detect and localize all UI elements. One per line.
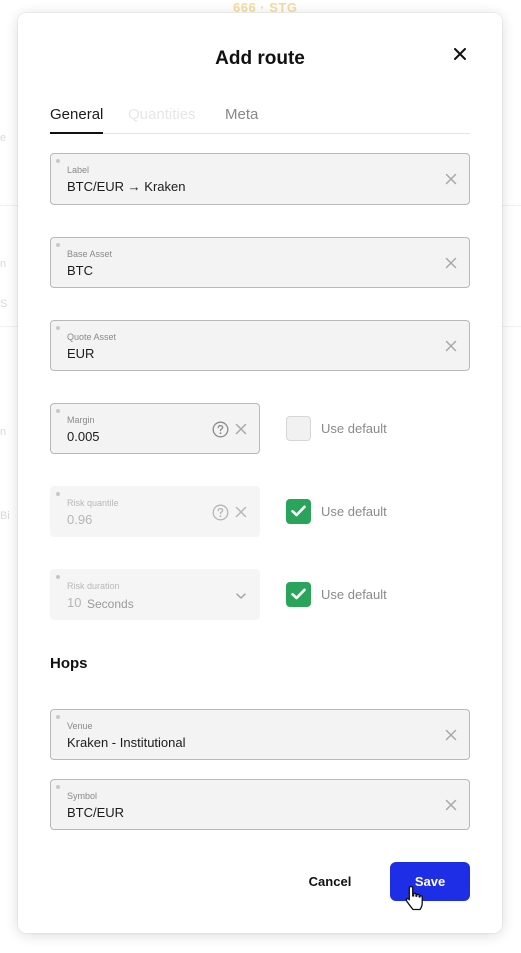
save-button[interactable]: Save bbox=[390, 862, 470, 901]
risk-duration-use-default[interactable]: Use default bbox=[286, 581, 387, 607]
risk-quantile-use-default[interactable]: Use default bbox=[286, 498, 387, 524]
base-asset-field[interactable]: Base Asset BTC bbox=[50, 237, 470, 288]
margin-use-default-checkbox[interactable] bbox=[286, 415, 311, 441]
field-label: Risk quantile bbox=[67, 498, 119, 508]
close-button[interactable] bbox=[450, 44, 470, 64]
venue-field[interactable]: Venue Kraken - Institutional bbox=[50, 709, 470, 760]
field-label: Margin bbox=[67, 415, 95, 425]
required-dot bbox=[56, 326, 60, 330]
symbol-field[interactable]: Symbol BTC/EUR bbox=[50, 779, 470, 830]
risk-quantile-field: Risk quantile 0.96 bbox=[50, 486, 260, 537]
label-field[interactable]: Label BTC/EUR → Kraken bbox=[50, 153, 470, 205]
help-icon[interactable] bbox=[212, 421, 229, 438]
hand-cursor-icon bbox=[405, 885, 423, 911]
field-value[interactable]: 0.005 bbox=[67, 429, 100, 444]
field-value[interactable]: EUR bbox=[67, 346, 94, 361]
field-label: Quote Asset bbox=[67, 332, 117, 342]
field-label: Risk duration bbox=[67, 581, 120, 591]
background-text: e bbox=[0, 132, 7, 144]
use-default-label: Use default bbox=[321, 503, 387, 519]
clear-icon[interactable] bbox=[445, 173, 457, 185]
duration-unit-select: Seconds bbox=[87, 597, 134, 611]
clear-icon[interactable] bbox=[235, 423, 247, 435]
background-text: S bbox=[0, 298, 8, 310]
background-text: n bbox=[0, 258, 7, 270]
field-label: Base Asset bbox=[67, 249, 113, 259]
field-value[interactable]: BTC/EUR bbox=[67, 805, 124, 820]
use-default-label: Use default bbox=[321, 586, 387, 602]
field-value[interactable]: BTC bbox=[67, 263, 93, 278]
clear-icon[interactable] bbox=[445, 340, 457, 352]
field-value[interactable]: Kraken - Institutional bbox=[67, 735, 186, 750]
dialog-title: Add route bbox=[215, 48, 305, 69]
close-icon bbox=[454, 48, 466, 60]
tab-bar: General Quantities Meta bbox=[50, 106, 470, 134]
required-dot bbox=[56, 575, 60, 579]
clear-icon bbox=[235, 506, 247, 518]
margin-use-default[interactable]: Use default bbox=[286, 415, 387, 441]
background-text: Bi bbox=[0, 510, 10, 522]
quote-asset-field[interactable]: Quote Asset EUR bbox=[50, 320, 470, 371]
field-label: Venue bbox=[67, 721, 93, 731]
clear-icon[interactable] bbox=[445, 257, 457, 269]
risk-quantile-use-default-checkbox[interactable] bbox=[286, 498, 311, 524]
field-value: 10 bbox=[67, 595, 82, 610]
field-label: Symbol bbox=[67, 791, 98, 801]
required-dot bbox=[56, 159, 60, 163]
chevron-down-icon bbox=[236, 593, 246, 599]
check-icon bbox=[291, 588, 306, 600]
required-dot bbox=[56, 409, 60, 413]
tab-general[interactable]: General bbox=[50, 106, 104, 134]
clear-icon[interactable] bbox=[445, 799, 457, 811]
help-icon[interactable] bbox=[212, 504, 229, 521]
tab-quantities[interactable]: Quantities bbox=[128, 106, 196, 134]
field-label: Label bbox=[67, 165, 90, 175]
cancel-button[interactable]: Cancel bbox=[290, 862, 370, 900]
field-value[interactable]: BTC/EUR → Kraken bbox=[67, 179, 185, 194]
field-value: 0.96 bbox=[67, 512, 93, 527]
hops-heading: Hops bbox=[50, 655, 88, 672]
background-text: n bbox=[0, 426, 7, 438]
clear-icon[interactable] bbox=[445, 729, 457, 741]
tab-meta[interactable]: Meta bbox=[225, 106, 258, 134]
required-dot bbox=[56, 492, 60, 496]
check-icon bbox=[291, 505, 306, 517]
add-route-dialog: Add route General Quantities Meta Label … bbox=[18, 13, 502, 933]
margin-field[interactable]: Margin 0.005 bbox=[50, 403, 260, 454]
required-dot bbox=[56, 785, 60, 789]
required-dot bbox=[56, 243, 60, 247]
required-dot bbox=[56, 715, 60, 719]
risk-duration-field: Risk duration 10 Seconds bbox=[50, 569, 260, 620]
risk-duration-use-default-checkbox[interactable] bbox=[286, 581, 311, 607]
use-default-label: Use default bbox=[321, 420, 387, 436]
